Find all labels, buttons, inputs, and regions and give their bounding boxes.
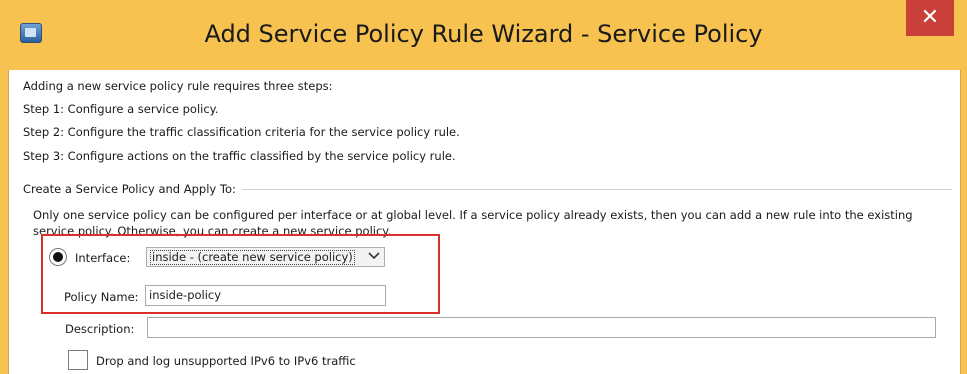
close-button[interactable]: ✕ <box>906 0 954 36</box>
step-1-text: Step 1: Configure a service policy. <box>23 102 219 116</box>
drop-ipv6-checkbox[interactable] <box>68 350 88 370</box>
interface-label: Interface: <box>75 251 131 265</box>
step-2-text: Step 2: Configure the traffic classifica… <box>23 125 460 139</box>
description-field[interactable] <box>147 317 936 338</box>
group-title: Create a Service Policy and Apply To: <box>23 182 242 196</box>
description-label: Description: <box>65 322 135 336</box>
policy-name-field[interactable]: inside-policy <box>145 285 386 306</box>
intro-text: Adding a new service policy rule require… <box>23 79 333 93</box>
title-bar: Add Service Policy Rule Wizard - Service… <box>0 0 967 70</box>
interface-select[interactable]: inside - (create new service policy) <box>146 247 385 267</box>
interface-select-value: inside - (create new service policy) <box>150 250 355 265</box>
dialog-content: Adding a new service policy rule require… <box>8 70 961 374</box>
chevron-down-icon[interactable] <box>366 248 382 266</box>
window-title: Add Service Policy Rule Wizard - Service… <box>204 20 763 48</box>
interface-radio[interactable] <box>49 248 67 266</box>
drop-ipv6-label: Drop and log unsupported IPv6 to IPv6 tr… <box>96 354 356 368</box>
policy-name-label: Policy Name: <box>64 290 139 304</box>
step-3-text: Step 3: Configure actions on the traffic… <box>23 149 456 163</box>
